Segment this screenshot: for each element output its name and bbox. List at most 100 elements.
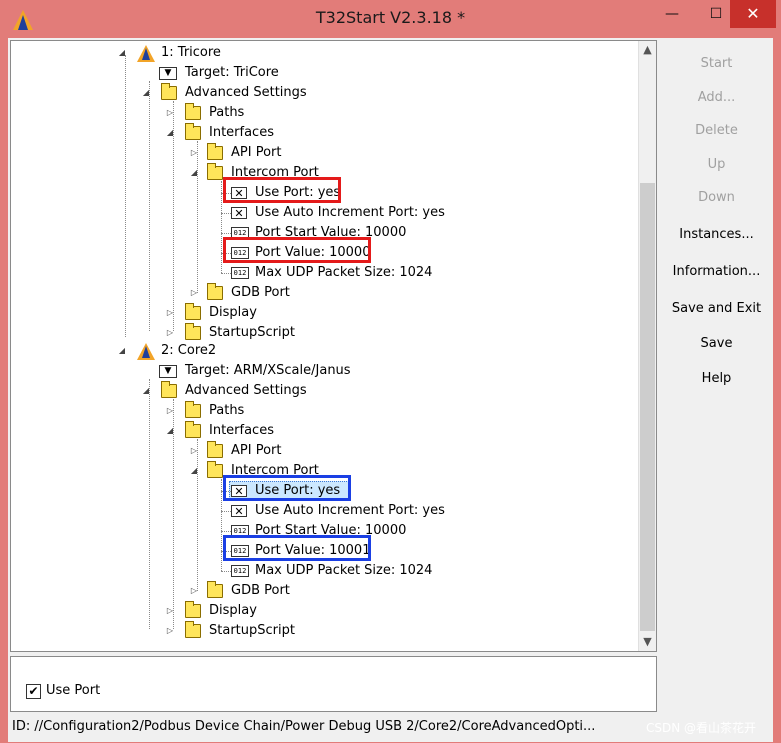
tree-node-label: Advanced Settings [185,85,307,100]
tree-node-gdb-port[interactable]: ▷ GDB Port [11,581,631,601]
tree-node-label: Use Auto Increment Port: yes [255,205,445,220]
folder-icon [161,381,177,398]
tree-node-label: API Port [231,443,282,458]
start-button[interactable]: Start [660,52,773,76]
tree-node-label: StartupScript [209,623,295,638]
delete-button[interactable]: Delete [660,119,773,143]
client-area: ◢ 1: Tricore ▼ Target: TriCore ◢ Advance… [8,38,773,742]
folder-icon [207,163,223,180]
expand-arrow-icon[interactable]: ◢ [189,461,199,481]
folder-icon [185,421,201,438]
save-button[interactable]: Save [660,332,773,356]
tree-node-paths[interactable]: ▷ Paths [11,401,631,421]
up-button[interactable]: Up [660,153,773,177]
core-icon [137,343,155,360]
expand-arrow-icon[interactable]: ◢ [141,83,151,103]
vertical-scrollbar[interactable]: ▲ ▼ [638,41,656,651]
add-button[interactable]: Add... [660,86,773,110]
collapsed-arrow-icon[interactable]: ▷ [165,401,175,421]
scroll-down-icon[interactable]: ▼ [639,633,656,651]
tree-node-label: Max UDP Packet Size: 1024 [255,265,433,280]
annotation-box-blue [223,535,371,561]
config-tree[interactable]: ◢ 1: Tricore ▼ Target: TriCore ◢ Advance… [10,40,657,652]
tree-node-startup-script[interactable]: ▷ StartupScript [11,621,631,641]
expand-arrow-icon[interactable]: ◢ [165,421,175,441]
numeric-setting-icon: 012 [231,565,249,577]
property-panel: ✔ Use Port [10,656,657,712]
folder-icon [207,143,223,160]
close-button[interactable]: ✕ [730,0,776,28]
annotation-box-blue [223,475,351,501]
tree-node-core1[interactable]: ◢ 1: Tricore [11,43,631,63]
tree-node-paths[interactable]: ▷ Paths [11,103,631,123]
tree-node-interfaces[interactable]: ◢ Interfaces [11,421,631,441]
folder-icon [185,601,201,618]
folder-icon [185,123,201,140]
folder-icon [207,461,223,478]
status-bar: ID: //Configuration2/Podbus Device Chain… [8,714,773,742]
checkbox-setting-icon: ✕ [231,505,247,517]
expand-arrow-icon[interactable]: ◢ [189,163,199,183]
tree-node-label: Display [209,305,257,320]
tree-node-max-udp[interactable]: 012 Max UDP Packet Size: 1024 [11,263,631,283]
tree-node-target[interactable]: ▼ Target: TriCore [11,63,631,83]
expand-arrow-icon[interactable]: ◢ [117,43,127,63]
tree-node-gdb-port[interactable]: ▷ GDB Port [11,283,631,303]
save-and-exit-button[interactable]: Save and Exit [660,297,773,321]
tree-node-core2[interactable]: ◢ 2: Core2 [11,341,631,361]
tree-node-label: Use Auto Increment Port: yes [255,503,445,518]
collapsed-arrow-icon[interactable]: ▷ [165,103,175,123]
scrollbar-thumb[interactable] [640,183,655,631]
minimize-button[interactable]: — [650,0,694,28]
collapsed-arrow-icon[interactable]: ▷ [189,283,199,303]
tree-node-label: GDB Port [231,583,290,598]
checkbox-setting-icon: ✕ [231,207,247,219]
tree-node-label: Display [209,603,257,618]
folder-icon [185,303,201,320]
expand-arrow-icon[interactable]: ◢ [141,381,151,401]
expand-arrow-icon[interactable]: ◢ [165,123,175,143]
tree-node-label: Interfaces [209,423,274,438]
status-path: ID: //Configuration2/Podbus Device Chain… [12,719,596,734]
tree-node-display[interactable]: ▷ Display [11,303,631,323]
tree-node-label: Paths [209,105,245,120]
tree-node-use-auto-increment[interactable]: ✕ Use Auto Increment Port: yes [11,203,631,223]
tree-node-label: Max UDP Packet Size: 1024 [255,563,433,578]
tree-node-api-port[interactable]: ▷ API Port [11,441,631,461]
annotation-box-red [223,177,341,203]
tree-node-label: 2: Core2 [161,343,217,358]
collapsed-arrow-icon[interactable]: ▷ [189,581,199,601]
folder-icon [161,83,177,100]
instances-button[interactable]: Instances... [660,223,773,247]
tree-node-advanced-settings[interactable]: ◢ Advanced Settings [11,83,631,103]
tree-node-target[interactable]: ▼ Target: ARM/XScale/Janus [11,361,631,381]
tree-node-advanced-settings[interactable]: ◢ Advanced Settings [11,381,631,401]
scroll-up-icon[interactable]: ▲ [639,41,656,59]
help-button[interactable]: Help [660,367,773,391]
collapsed-arrow-icon[interactable]: ▷ [165,323,175,343]
tree-node-label: Paths [209,403,245,418]
tree-node-use-auto-increment[interactable]: ✕ Use Auto Increment Port: yes [11,501,631,521]
use-port-label: Use Port [46,683,101,698]
tree-node-max-udp[interactable]: 012 Max UDP Packet Size: 1024 [11,561,631,581]
core-icon [137,45,155,62]
tree-node-interfaces[interactable]: ◢ Interfaces [11,123,631,143]
information-button[interactable]: Information... [660,260,773,284]
tree-node-display[interactable]: ▷ Display [11,601,631,621]
collapsed-arrow-icon[interactable]: ▷ [165,303,175,323]
use-port-checkbox[interactable]: ✔ [26,684,41,699]
folder-icon [185,103,201,120]
collapsed-arrow-icon[interactable]: ▷ [165,621,175,641]
collapsed-arrow-icon[interactable]: ▷ [165,601,175,621]
tree-node-startup-script[interactable]: ▷ StartupScript [11,323,631,343]
side-button-panel: Start Add... Delete Up Down Instances...… [660,38,773,438]
tree-node-api-port[interactable]: ▷ API Port [11,143,631,163]
title-bar: T32Start V2.3.18 * — ☐ ✕ [0,0,781,38]
watermark: CSDN @看山茶花开 [646,721,757,735]
down-button[interactable]: Down [660,186,773,210]
expand-arrow-icon[interactable]: ◢ [117,341,127,361]
folder-icon [185,621,201,638]
collapsed-arrow-icon[interactable]: ▷ [189,441,199,461]
collapsed-arrow-icon[interactable]: ▷ [189,143,199,163]
tree-node-label: StartupScript [209,325,295,340]
